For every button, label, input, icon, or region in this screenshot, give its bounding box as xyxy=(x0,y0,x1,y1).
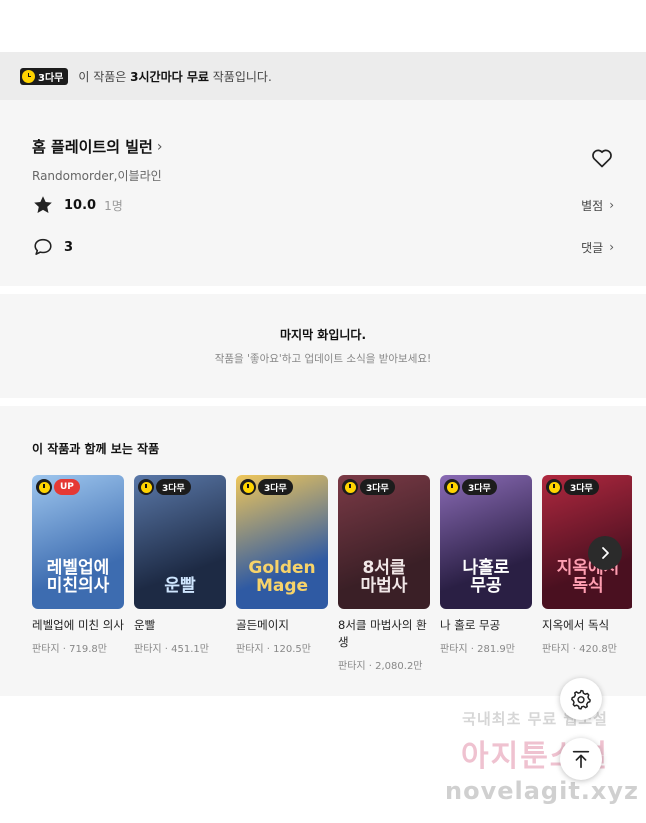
comments-row: 3 댓글 › xyxy=(32,226,614,268)
cover-badge-label: 3다무 xyxy=(156,479,191,495)
rating-value: 10.0 xyxy=(64,197,97,213)
recommendation-card[interactable]: 3다무 8서클 마법사 8서클 마법사의 환생판타지 · 2,080.2만 xyxy=(338,475,430,672)
notice-text: 이 작품은 3시간마다 무료 작품입니다. xyxy=(78,69,272,84)
cover-badge: 3다무 xyxy=(240,479,293,495)
cover-title-art: 운빨 xyxy=(164,576,196,596)
card-meta: 판타지 · 420.8만 xyxy=(542,644,617,655)
work-info-section: 홈 플레이트의 빌런 › Randomorder,이블라인 10.0 1명 별점… xyxy=(0,100,646,286)
settings-button[interactable] xyxy=(560,678,602,720)
notice-highlight: 3시간마다 무료 xyxy=(130,69,209,84)
work-title-link[interactable]: 홈 플레이트의 빌런 › xyxy=(32,136,614,157)
3damu-badge-label: 3다무 xyxy=(38,72,64,84)
recommendation-card[interactable]: 3다무 운빨 운빨 판타지 · 451.1만 xyxy=(134,475,226,672)
cover-badge: 3다무 xyxy=(138,479,191,495)
work-title: 홈 플레이트의 빌런 xyxy=(32,138,153,156)
cover-badge-label: 3다무 xyxy=(462,479,497,495)
recommendation-card[interactable]: UP 레벨업에 미친의사레벨업에 미친 의사판타지 · 719.8만 xyxy=(32,475,124,672)
cover-badge: 3다무 xyxy=(444,479,497,495)
cover-badge: UP xyxy=(36,479,80,495)
chevron-right-icon: › xyxy=(609,198,614,212)
3damu-badge: 3다무 xyxy=(20,67,69,85)
clock-icon xyxy=(546,479,562,495)
clock-icon xyxy=(36,479,52,495)
card-meta: 판타지 · 451.1만 xyxy=(134,644,209,655)
recommendation-section: 이 작품과 함께 보는 작품 UP 레벨업에 미친의사레벨업에 미친 의사판타지 … xyxy=(0,406,646,696)
rating-link[interactable]: 별점 › xyxy=(581,197,614,214)
cover-title-art: 지옥에서 독식 xyxy=(556,558,620,596)
recommendation-card[interactable]: 3다무 지옥에서 독식 지옥에서 독식 판타지 · 420.8만 xyxy=(542,475,632,672)
cover-badge-label: 3다무 xyxy=(258,479,293,495)
card-title: 운빨 xyxy=(134,618,156,632)
last-episode-section: 마지막 화입니다. 작품을 '좋아요'하고 업데이트 소식을 받아보세요! xyxy=(0,294,646,398)
last-episode-title: 마지막 화입니다. xyxy=(279,328,367,342)
recommendation-card[interactable]: 3다무나홀로 무공나 홀로 무공판타지 · 281.9만 xyxy=(440,475,532,672)
watermark-line3: novelagit.xyz xyxy=(445,777,640,805)
chevron-right-icon xyxy=(602,547,609,559)
card-title: 지옥에서 독식 xyxy=(542,618,610,632)
cover-thumbnail[interactable]: 3다무운빨 xyxy=(134,475,226,609)
card-meta: 판타지 · 120.5만 xyxy=(236,644,311,655)
top-spacer xyxy=(0,0,646,52)
recommendation-title: 이 작품과 함께 보는 작품 xyxy=(32,442,160,456)
comments-count: 3 xyxy=(64,239,74,255)
star-icon xyxy=(34,196,52,213)
chevron-right-icon: › xyxy=(156,138,163,155)
card-meta: 판타지 · 281.9만 xyxy=(440,644,515,655)
cover-title-art: Golden Mage xyxy=(248,558,316,596)
heart-icon[interactable] xyxy=(590,146,614,170)
cover-title-art: 나홀로 무공 xyxy=(462,558,510,596)
clock-icon xyxy=(138,479,154,495)
rating-count: 1명 xyxy=(104,198,123,213)
card-title: 레벨업에 미친 의사 xyxy=(32,618,124,632)
cover-badge-label: 3다무 xyxy=(564,479,599,495)
scroll-to-top-button[interactable] xyxy=(560,738,602,780)
recommendation-list: UP 레벨업에 미친의사 레벨업에 미친 의사 판타지 · 719.8만 3다무 운빨 운빨… xyxy=(32,475,632,672)
card-title: 골든메이지 xyxy=(236,618,289,632)
cover-thumbnail[interactable]: 3다무 8서클 마법사 xyxy=(338,475,430,609)
cover-badge: 3다무 xyxy=(546,479,599,495)
clock-icon xyxy=(342,479,358,495)
cover-badge: 3다무 xyxy=(342,479,395,495)
last-episode-subtitle: 작품을 '좋아요'하고 업데이트 소식을 받아보세요! xyxy=(214,353,432,365)
clock-icon xyxy=(240,479,256,495)
clock-icon xyxy=(22,69,35,83)
cover-title-art: 레벨업에 미친의사 xyxy=(46,558,110,596)
comment-icon xyxy=(34,238,52,255)
comments-link-label: 댓글 xyxy=(581,240,604,255)
chevron-right-icon: › xyxy=(609,240,614,254)
recommendation-card[interactable]: 3다무 Golden Mage 골든메이지판타지 · 120.5만 xyxy=(236,475,328,672)
clock-icon xyxy=(444,479,460,495)
card-title: 나 홀로 무공 xyxy=(440,618,501,632)
card-title: 8서클 마법사의 환생 xyxy=(338,618,427,649)
card-meta: 판타지 · 719.8만 xyxy=(32,644,107,655)
rating-link-label: 별점 xyxy=(581,198,604,213)
cover-thumbnail[interactable]: UP 레벨업에 미친의사 xyxy=(32,475,124,609)
cover-title-art: 8서클 마법사 xyxy=(360,558,408,596)
work-author: Randomorder,이블라인 xyxy=(32,169,162,183)
arrow-up-icon xyxy=(572,750,590,769)
card-meta: 판타지 · 2,080.2만 xyxy=(338,661,423,672)
rating-row: 10.0 1명 별점 › xyxy=(32,184,614,226)
cover-badge-label: 3다무 xyxy=(360,479,395,495)
cover-badge-label: UP xyxy=(54,479,80,495)
free-notice-bar: 3다무 이 작품은 3시간마다 무료 작품입니다. xyxy=(0,52,646,100)
cover-thumbnail[interactable]: 3다무 Golden Mage xyxy=(236,475,328,609)
carousel-next-button[interactable] xyxy=(588,536,622,570)
gear-icon xyxy=(571,689,591,710)
comments-link[interactable]: 댓글 › xyxy=(581,239,614,256)
cover-thumbnail[interactable]: 3다무나홀로 무공 xyxy=(440,475,532,609)
